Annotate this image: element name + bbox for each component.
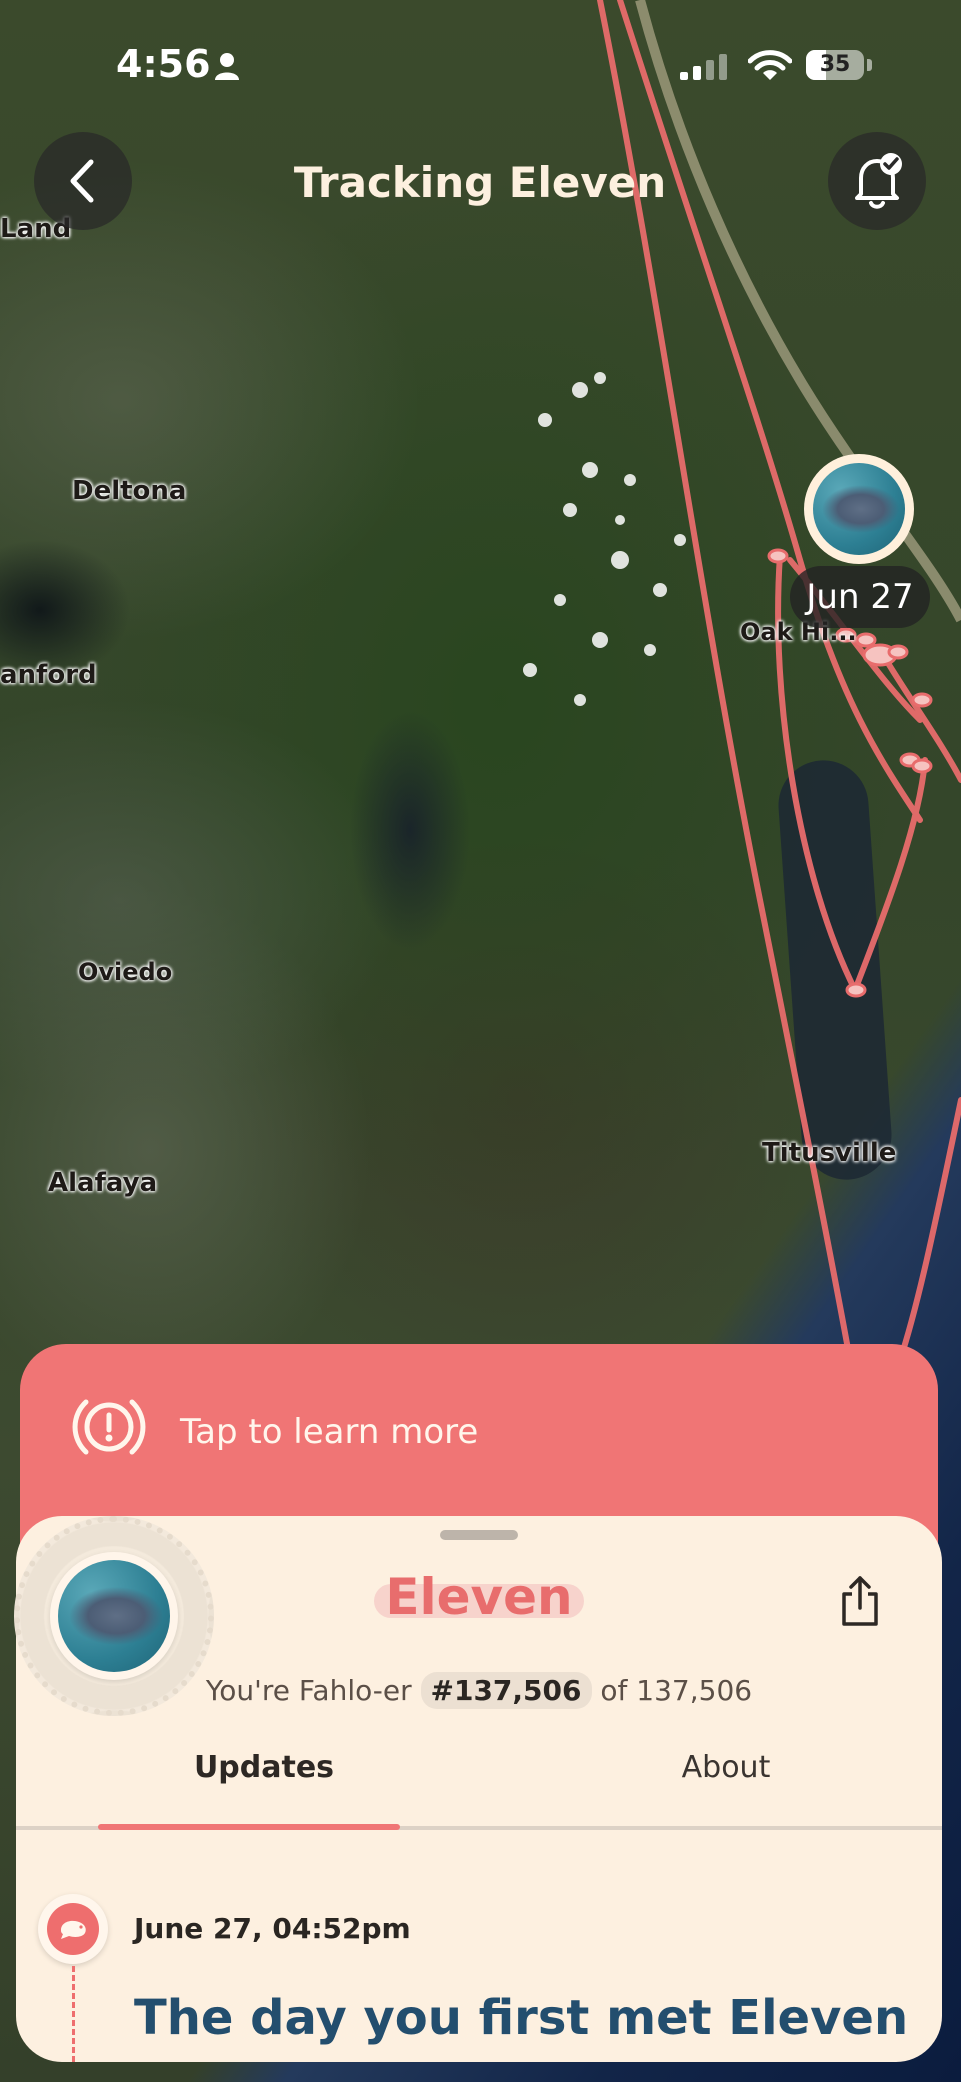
timeline-line bbox=[72, 1966, 75, 2062]
bell-check-icon bbox=[855, 153, 902, 209]
tab-about[interactable]: About bbox=[556, 1750, 896, 1785]
alert-text: Tap to learn more bbox=[180, 1412, 479, 1452]
active-tab-indicator bbox=[98, 1824, 400, 1830]
bottom-sheet: Eleven You're Fahlo-er #137,506 of 137,5… bbox=[14, 1516, 942, 2062]
track-point bbox=[911, 692, 933, 708]
track-line bbox=[617, 0, 923, 823]
rank-prefix: You're Fahlo-er bbox=[205, 1674, 412, 1707]
manatee-photo bbox=[813, 463, 905, 555]
track-point bbox=[887, 644, 909, 660]
track-point bbox=[855, 632, 877, 648]
sheet-grabber[interactable] bbox=[440, 1530, 518, 1540]
update-date: June 27, 04:52pm bbox=[134, 1912, 411, 1945]
track-point bbox=[767, 548, 789, 564]
city-label: anford bbox=[0, 660, 97, 690]
battery-nub bbox=[867, 59, 872, 71]
alert-icon bbox=[72, 1399, 146, 1455]
manatee-name: Eleven bbox=[385, 1568, 573, 1626]
manatee-photo bbox=[58, 1560, 170, 1672]
track-line bbox=[897, 1097, 961, 1363]
pin-date-label: Jun 27 bbox=[790, 566, 930, 628]
status-time: 4:56 bbox=[116, 42, 211, 86]
manatee-icon bbox=[61, 1920, 86, 1939]
share-button[interactable] bbox=[836, 1574, 884, 1632]
notifications-button[interactable] bbox=[828, 132, 926, 230]
avatar[interactable] bbox=[50, 1552, 178, 1680]
track-point bbox=[845, 982, 867, 998]
tab-updates[interactable]: Updates bbox=[94, 1750, 434, 1785]
status-bar: 4:56 35 bbox=[0, 38, 961, 94]
back-button[interactable] bbox=[34, 132, 132, 230]
wifi-icon bbox=[748, 50, 792, 80]
rank-suffix: of 137,506 bbox=[600, 1674, 753, 1707]
page-title: Tracking Eleven bbox=[293, 158, 667, 207]
update-badge bbox=[38, 1894, 108, 1964]
update-title[interactable]: The day you first met Eleven bbox=[134, 1990, 908, 2046]
rank-number: #137,506 bbox=[420, 1672, 592, 1709]
share-icon bbox=[842, 1576, 878, 1626]
fahlo-rank: You're Fahlo-er #137,506 of 137,506 bbox=[16, 1672, 942, 1709]
city-label: Oviedo bbox=[78, 958, 173, 986]
city-label: Titusville bbox=[762, 1138, 897, 1168]
battery-percentage: 35 bbox=[819, 52, 851, 77]
person-icon bbox=[215, 53, 239, 80]
chevron-left-icon bbox=[70, 159, 94, 203]
city-label: Alafaya bbox=[48, 1168, 158, 1198]
manatee-location-pin[interactable] bbox=[804, 454, 914, 564]
cellular-signal-icon bbox=[680, 54, 727, 80]
tab-bar: Updates About bbox=[16, 1750, 942, 1816]
track-point bbox=[911, 758, 933, 774]
battery-icon: 35 bbox=[806, 50, 864, 80]
city-label: Deltona bbox=[72, 476, 187, 506]
